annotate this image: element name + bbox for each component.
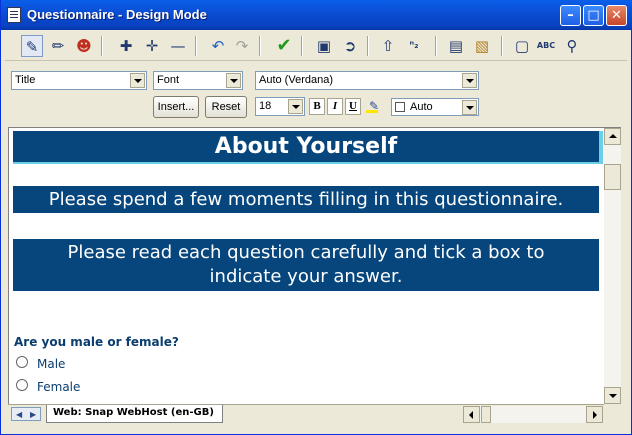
style-value: Title [15,74,36,86]
option-label-male: Male [37,357,66,371]
font-size-value: 18 [259,100,272,112]
scroll-right-button[interactable] [586,406,603,423]
undo-icon[interactable]: ↶ [207,35,229,57]
vertical-scroll-thumb[interactable] [604,164,621,190]
radio-male[interactable] [16,356,28,368]
chevron-down-icon[interactable] [288,99,303,114]
users-icon[interactable]: ☻ [73,35,95,57]
page-heading[interactable]: About Yourself [13,131,603,164]
horizontal-scrollbar[interactable] [463,406,603,423]
scroll-left-button[interactable] [463,406,480,423]
spell-check-icon[interactable]: ABC [535,35,557,57]
close-icon: ✕ [611,8,622,23]
font-dropdown[interactable]: Font [153,71,243,90]
font-color-value: Auto [410,101,433,113]
tab-prev-icon[interactable]: ◀ [16,410,22,419]
toolbar-separator [195,36,197,56]
font-name-dropdown[interactable]: Auto (Verdana) [255,71,479,90]
scroll-up-button[interactable] [604,128,621,145]
intro-text-2[interactable]: Please read each question carefully and … [13,239,599,291]
bold-button[interactable]: B [309,98,325,115]
layers-icon[interactable]: ▧ [471,35,493,57]
chevron-down-icon[interactable] [462,73,477,88]
toolbar-separator [367,36,369,56]
minimize-button[interactable]: – [560,5,581,26]
italic-button[interactable]: I [327,98,343,115]
renumber-icon[interactable]: ⁿ₂ [403,35,425,57]
intro-text-1[interactable]: Please spend a few moments filling in th… [13,186,599,213]
format-toolbar: Title Font Auto (Verdana) Insert... Rese… [5,64,627,124]
redo-icon[interactable]: ↷ [231,35,253,57]
toolbar-separator [101,36,103,56]
check-icon[interactable]: ✔ [273,35,295,57]
style-dropdown[interactable]: Title [11,71,147,90]
question-label[interactable]: Are you male or female? [14,335,179,349]
underline-button[interactable]: U [345,98,361,115]
font-color-dropdown[interactable]: Auto [391,98,479,116]
font-size-dropdown[interactable]: 18 [255,97,305,116]
close-button[interactable]: ✕ [606,5,627,26]
maximize-icon: □ [587,8,600,23]
main-toolbar: ✎ ✏ ☻ ✚ ✛ — ↶ ↷ ✔ ▣ ➲ ⇧ ⁿ₂ ▤ ▧ ▢ ABC ⚲ [5,32,627,61]
toolbar-separator [301,36,303,56]
tab-nav-buttons[interactable]: ◀ ▶ [11,407,41,421]
toolbar-separator [259,36,261,56]
font-name-value: Auto (Verdana) [259,74,333,86]
horizontal-scroll-thumb[interactable] [481,406,491,423]
sheet-tab-bar: ◀ ▶ Web: Snap WebHost (en-GB) [8,404,621,424]
questionnaire-app-icon[interactable] [7,7,21,23]
intro-text-2-line2: indicate your answer. [209,266,403,287]
tab-web-host[interactable]: Web: Snap WebHost (en-GB) [46,405,223,423]
application-window: Questionnaire - Design Mode – □ ✕ ✎ ✏ ☻ … [0,0,632,435]
scroll-down-button[interactable] [604,387,621,404]
preview-icon[interactable]: ▢ [511,35,533,57]
option-label-female: Female [37,380,81,394]
maximize-button[interactable]: □ [583,5,604,26]
page-icon[interactable]: ▤ [445,35,467,57]
title-bar[interactable]: Questionnaire - Design Mode – □ ✕ [1,0,632,30]
toolbar-separator [435,36,437,56]
radio-female[interactable] [16,379,28,391]
chevron-down-icon[interactable] [130,73,145,88]
intro-text-2-line1: Please read each question carefully and … [67,242,545,263]
properties-icon[interactable]: ▣ [313,35,335,57]
chevron-down-icon[interactable] [462,100,477,115]
insert-button[interactable]: Insert... [153,96,199,118]
move-up-icon[interactable]: ⇧ [377,35,399,57]
toolbar-separator [501,36,503,56]
routing-icon[interactable]: ➲ [339,35,361,57]
highlight-color-button[interactable]: ✎ [363,98,385,115]
document-canvas[interactable]: About Yourself Please spend a few moment… [8,127,605,405]
window-title: Questionnaire - Design Mode [27,7,207,22]
color-swatch [395,102,405,112]
tab-next-icon[interactable]: ▶ [30,410,36,419]
format-painter-icon[interactable]: ✏ [47,35,69,57]
reset-button[interactable]: Reset [205,96,247,118]
add-question-icon[interactable]: ✚ [115,35,137,57]
highlight-swatch [366,110,378,113]
size-grip[interactable] [604,404,621,423]
chevron-down-icon[interactable] [226,73,241,88]
minimize-icon: – [567,8,574,23]
remove-icon[interactable]: — [167,35,189,57]
vertical-scrollbar[interactable] [604,127,621,405]
design-mode-icon[interactable]: ✎ [21,35,43,57]
font-value: Font [157,74,180,86]
add-subquestion-icon[interactable]: ✛ [141,35,163,57]
find-icon[interactable]: ⚲ [561,35,583,57]
